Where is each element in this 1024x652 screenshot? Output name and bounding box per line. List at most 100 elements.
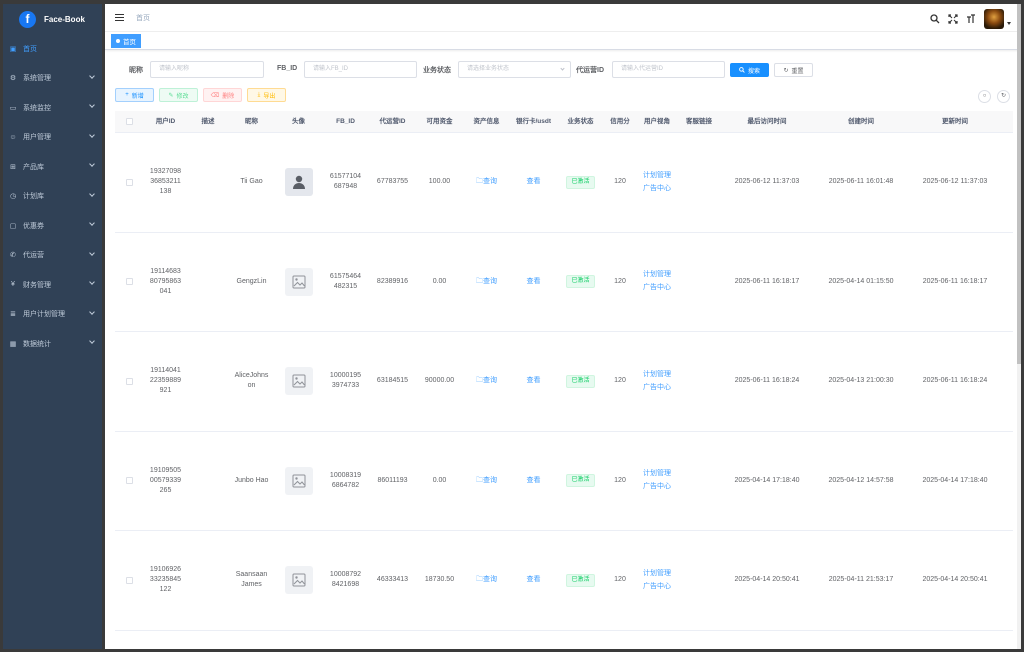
- fullscreen-icon[interactable]: [948, 14, 958, 24]
- sidebar-item-2[interactable]: ▭ 系统监控: [3, 93, 102, 123]
- row-checkbox[interactable]: [125, 377, 133, 385]
- bank-view-link[interactable]: 查看: [527, 178, 541, 185]
- col-bank[interactable]: 银行卡/usdt: [510, 117, 557, 127]
- delete-button[interactable]: ⌫ 删除: [203, 88, 242, 102]
- bank-view-link[interactable]: 查看: [527, 377, 541, 384]
- row-checkbox[interactable]: [125, 278, 133, 286]
- ad-center-link[interactable]: 广告中心: [636, 383, 678, 393]
- fb-id: 61577104687948: [329, 173, 362, 191]
- tag-home[interactable]: 首页: [111, 33, 141, 48]
- asset-query-link[interactable]: 🗀查询: [476, 477, 497, 484]
- bank-view-link[interactable]: 查看: [527, 576, 541, 583]
- available-funds: 0.00: [432, 277, 447, 285]
- font-size-icon[interactable]: [966, 14, 976, 24]
- table-body: 1932709836853211138 Tii Gao 61577104687948…: [115, 133, 1013, 631]
- image-placeholder-icon[interactable]: [284, 267, 313, 296]
- scrollbar-thumb[interactable]: [1017, 4, 1021, 364]
- select-all-checkbox[interactable]: [125, 118, 133, 125]
- fbid-input[interactable]: 请输入FB_ID: [304, 61, 417, 78]
- updated-time: 2025-04-14 17:18:40: [922, 476, 988, 484]
- col-asset[interactable]: 资产信息: [463, 117, 510, 127]
- refresh-icon[interactable]: ↻: [997, 90, 1010, 103]
- col-desc[interactable]: 描述: [188, 117, 228, 127]
- sidebar-item-3[interactable]: ☺ 用户管理: [3, 123, 102, 153]
- col-last-visit[interactable]: 最后访问时间: [720, 117, 814, 127]
- add-button[interactable]: + 新增: [115, 88, 154, 102]
- sidebar-item-8[interactable]: ¥ 财务管理: [3, 270, 102, 300]
- navbar: 首页: [105, 4, 1021, 32]
- credit-score: 120: [614, 277, 626, 285]
- ad-center-link[interactable]: 广告中心: [636, 482, 678, 492]
- col-status[interactable]: 业务状态: [557, 117, 604, 127]
- sidebar-item-label: 产品库: [23, 163, 44, 171]
- row-checkbox[interactable]: [125, 576, 133, 584]
- col-credit[interactable]: 信用分: [604, 117, 636, 127]
- sidebar-item-7[interactable]: ✆ 代运营: [3, 241, 102, 271]
- scrollbar[interactable]: [1017, 4, 1021, 649]
- hamburger-icon[interactable]: [115, 12, 124, 23]
- facebook-logo-icon: f: [19, 10, 36, 28]
- plan-manage-link[interactable]: 计划管理: [636, 569, 678, 579]
- sidebar-item-9[interactable]: ≣ 用户计划管理: [3, 300, 102, 330]
- ad-center-link[interactable]: 广告中心: [636, 283, 678, 293]
- breadcrumb[interactable]: 首页: [136, 13, 150, 23]
- bank-view-link[interactable]: 查看: [527, 278, 541, 285]
- reset-button[interactable]: ↻ 重置: [774, 63, 813, 77]
- image-placeholder-icon[interactable]: [284, 466, 313, 495]
- user-avatar[interactable]: [984, 9, 1004, 29]
- row-checkbox[interactable]: [125, 178, 133, 186]
- app-window: f Face-Book ▣ 首页 ⚙ 系统管理 ▭ 系统监控 ☺ 用户管理 ⊞ 产品库 ◷ 计划库 ▢ 优…: [3, 4, 1021, 649]
- asset-query-link[interactable]: 🗀查询: [476, 576, 497, 583]
- chevron-down-icon: [89, 161, 95, 167]
- sidebar-item-4[interactable]: ⊞ 产品库: [3, 152, 102, 182]
- plan-manage-link[interactable]: 计划管理: [636, 469, 678, 479]
- search-icon[interactable]: [930, 14, 940, 24]
- col-agent[interactable]: 代运营ID: [369, 117, 416, 127]
- col-uid[interactable]: 用户ID: [143, 117, 188, 127]
- plan-manage-link[interactable]: 计划管理: [636, 171, 678, 181]
- sidebar-item-label: 代运营: [23, 252, 44, 260]
- col-created[interactable]: 创建时间: [814, 117, 908, 127]
- image-placeholder-icon[interactable]: [284, 367, 313, 396]
- status-select[interactable]: 请选择业务状态: [458, 61, 571, 78]
- toggle-search-icon[interactable]: ○: [978, 90, 991, 103]
- sidebar-item-10[interactable]: ▦ 数据统计: [3, 329, 102, 359]
- ad-center-link[interactable]: 广告中心: [636, 184, 678, 194]
- sidebar-item-6[interactable]: ▢ 优惠券: [3, 211, 102, 241]
- asset-query-link[interactable]: 🗀查询: [476, 178, 497, 185]
- asset-query-link[interactable]: 🗀查询: [476, 377, 497, 384]
- agent-input[interactable]: 请输入代运营ID: [612, 61, 725, 78]
- ad-center-link[interactable]: 广告中心: [636, 582, 678, 592]
- nickname: Junbo Hao: [234, 476, 269, 484]
- user-icon: ☺: [9, 133, 17, 141]
- bank-view-link[interactable]: 查看: [527, 477, 541, 484]
- sidebar-item-5[interactable]: ◷ 计划库: [3, 182, 102, 212]
- person-avatar-icon[interactable]: [284, 168, 313, 197]
- export-button[interactable]: ⤓ 导出: [247, 88, 286, 102]
- col-view[interactable]: 用户视角: [636, 117, 678, 127]
- logo[interactable]: f Face-Book: [3, 4, 102, 34]
- table-row: 1910692633235845122 Saansaan James 1000879…: [115, 531, 1013, 631]
- asset-query-link[interactable]: 🗀查询: [476, 278, 497, 285]
- agent-id: 46333413: [376, 576, 409, 584]
- col-funds[interactable]: 可用资金: [416, 117, 463, 127]
- row-checkbox[interactable]: [125, 477, 133, 485]
- col-fbid[interactable]: FB_ID: [322, 117, 369, 127]
- col-avatar[interactable]: 头像: [275, 117, 322, 127]
- plan-manage-link[interactable]: 计划管理: [636, 370, 678, 380]
- col-updated[interactable]: 更新时间: [908, 117, 1002, 127]
- nickname-input[interactable]: 请输入昵称: [150, 61, 264, 78]
- plan-manage-link[interactable]: 计划管理: [636, 270, 678, 280]
- plus-icon: +: [125, 92, 129, 98]
- col-nickname[interactable]: 昵称: [228, 117, 275, 127]
- edit-button[interactable]: ✎ 修改: [159, 88, 198, 102]
- search-button[interactable]: 搜索: [730, 63, 769, 77]
- phone-icon: ✆: [10, 252, 16, 260]
- folder-icon: 🗀: [476, 377, 483, 385]
- sidebar-item-1[interactable]: ⚙ 系统管理: [3, 64, 102, 94]
- col-service[interactable]: 客服链接: [678, 117, 720, 127]
- image-placeholder-icon[interactable]: [284, 566, 313, 595]
- chevron-down-icon[interactable]: [1007, 21, 1011, 25]
- sidebar-item-0[interactable]: ▣ 首页: [3, 34, 102, 64]
- search-icon: [739, 67, 745, 73]
